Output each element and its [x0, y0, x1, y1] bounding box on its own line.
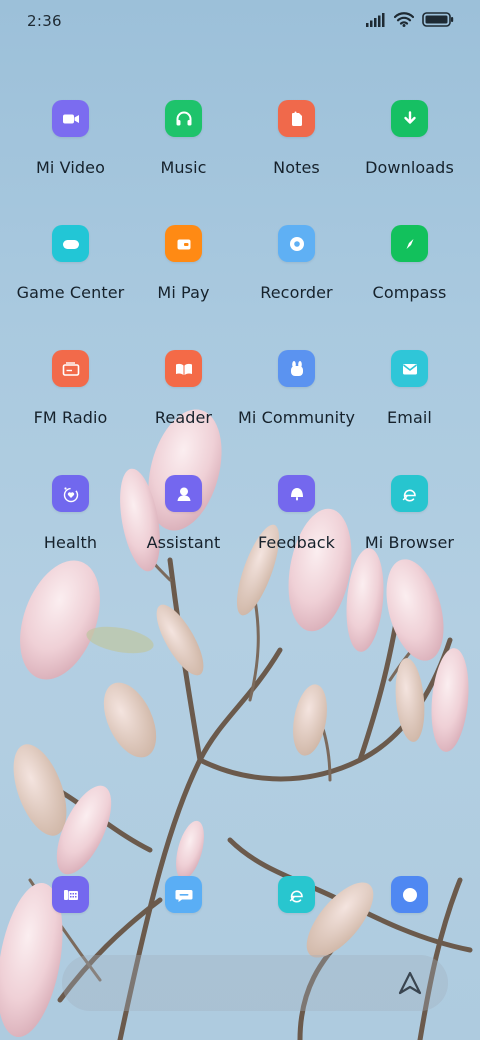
download-arrow-icon[interactable] — [391, 100, 428, 137]
app-reader[interactable]: Reader — [127, 350, 240, 460]
app-label: Compass — [372, 283, 447, 302]
person-icon[interactable] — [165, 475, 202, 512]
messages-icon[interactable] — [165, 876, 202, 913]
wallet-icon[interactable] — [165, 225, 202, 262]
app-compass[interactable]: Compass — [353, 225, 466, 335]
app-feedback[interactable]: Feedback — [240, 475, 353, 585]
app-mi-video[interactable]: Mi Video — [14, 100, 127, 210]
app-label: Recorder — [260, 283, 333, 302]
app-mi-browser[interactable]: Mi Browser — [353, 475, 466, 585]
phone-icon[interactable] — [52, 876, 89, 913]
app-label: FM Radio — [33, 408, 108, 427]
browser-e-icon[interactable] — [278, 876, 315, 913]
app-music[interactable]: Music — [127, 100, 240, 210]
app-label: Mi Browser — [364, 533, 455, 552]
status-time: 2:36 — [27, 12, 62, 30]
browser-e-icon[interactable] — [391, 475, 428, 512]
battery-icon — [422, 12, 454, 27]
app-label: Email — [387, 408, 432, 427]
radio-icon[interactable] — [52, 350, 89, 387]
app-label: Health — [43, 533, 98, 552]
app-email[interactable]: Email — [353, 350, 466, 460]
app-label: Feedback — [258, 533, 335, 552]
app-label: Mi Community — [237, 408, 356, 427]
envelope-icon[interactable] — [391, 350, 428, 387]
wifi-icon — [394, 12, 414, 27]
status-bar: 2:36 — [0, 0, 480, 42]
notes-icon[interactable] — [278, 100, 315, 137]
app-downloads[interactable]: Downloads — [353, 100, 466, 210]
gamepad-icon[interactable] — [52, 225, 89, 262]
app-label: Mi Pay — [157, 283, 210, 302]
app-fm-radio[interactable]: FM Radio — [14, 350, 127, 460]
record-disc-icon[interactable] — [278, 225, 315, 262]
app-assistant[interactable]: Assistant — [127, 475, 240, 585]
signal-icon — [366, 12, 385, 27]
dock — [0, 870, 480, 920]
app-recorder[interactable]: Recorder — [240, 225, 353, 335]
app-label: Downloads — [365, 158, 454, 177]
book-icon[interactable] — [165, 350, 202, 387]
camera-icon[interactable] — [391, 876, 428, 913]
dock-bar — [62, 955, 448, 1011]
app-label: Notes — [273, 158, 320, 177]
app-game-center[interactable]: Game Center — [14, 225, 127, 335]
app-label: Music — [160, 158, 207, 177]
headphones-icon[interactable] — [165, 100, 202, 137]
app-label: Assistant — [146, 533, 221, 552]
app-mi-pay[interactable]: Mi Pay — [127, 225, 240, 335]
heart-icon[interactable] — [52, 475, 89, 512]
app-mi-community[interactable]: Mi Community — [237, 350, 356, 460]
rabbit-icon[interactable] — [278, 350, 315, 387]
app-health[interactable]: Health — [14, 475, 127, 585]
status-icons — [366, 12, 454, 27]
bell-icon[interactable] — [278, 475, 315, 512]
video-camera-icon[interactable] — [52, 100, 89, 137]
compass-needle-icon[interactable] — [391, 225, 428, 262]
app-label: Game Center — [16, 283, 125, 302]
app-notes[interactable]: Notes — [240, 100, 353, 210]
app-label: Mi Video — [36, 158, 105, 177]
app-label: Reader — [154, 408, 213, 427]
app-vault-icon[interactable] — [394, 967, 426, 999]
